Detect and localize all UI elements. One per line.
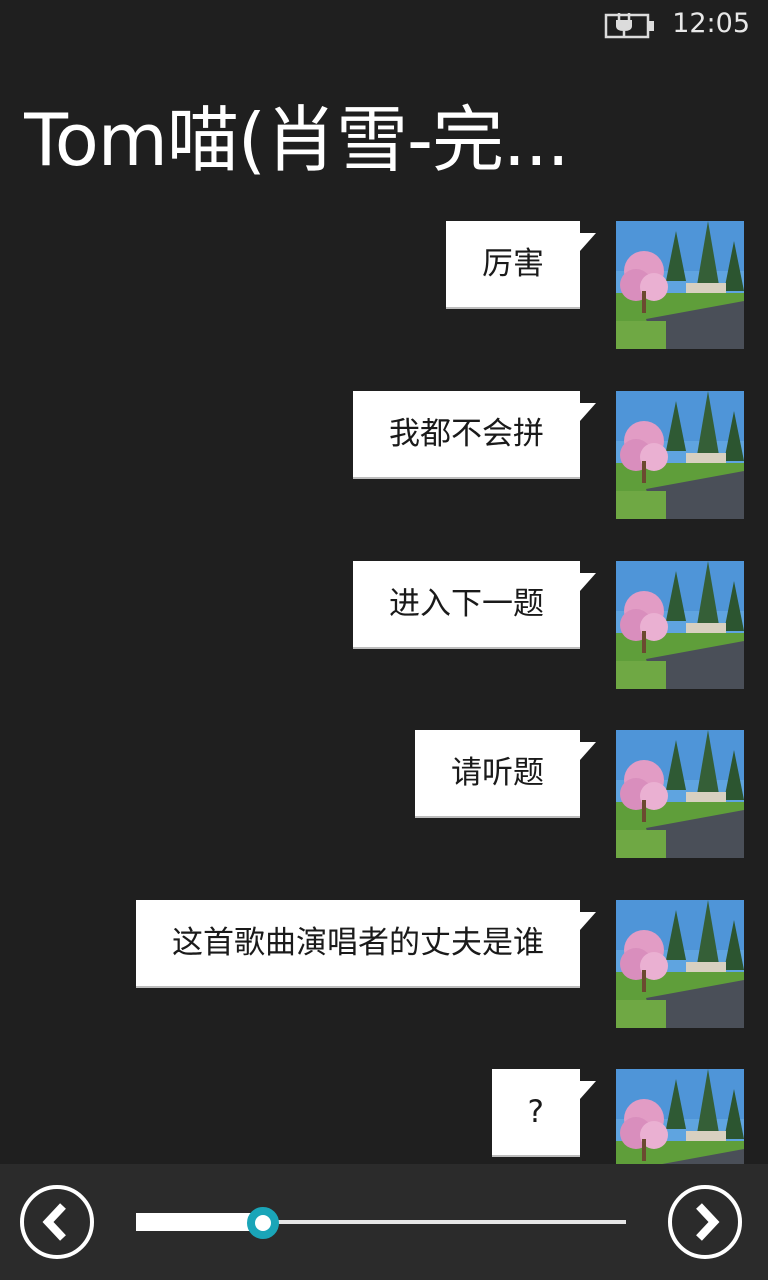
message-item: 厉害	[24, 221, 744, 349]
message-bubble[interactable]: 我都不会拼	[353, 391, 580, 477]
message-bubble[interactable]: 进入下一题	[353, 561, 580, 647]
chat-screen: 12:05 Tom喵(肖雪-完... 厉害 我都不会拼 进入下一题 请听题 这首…	[0, 0, 768, 1280]
message-item: 我都不会拼	[24, 391, 744, 519]
landscape-photo-avatar	[616, 561, 744, 689]
avatar[interactable]	[616, 1069, 744, 1165]
landscape-photo-avatar	[616, 900, 744, 1028]
message-bubble[interactable]: 厉害	[446, 221, 580, 307]
avatar[interactable]	[616, 391, 744, 519]
app-bar	[0, 1164, 768, 1280]
landscape-photo-avatar	[616, 221, 744, 349]
bubble-tail	[580, 742, 596, 760]
message-bubble[interactable]: ?	[491, 1069, 580, 1155]
bubble-tail	[580, 912, 596, 930]
message-item: ?	[24, 1069, 744, 1165]
avatar[interactable]	[616, 221, 744, 349]
message-bubble[interactable]: 请听题	[415, 730, 580, 816]
avatar[interactable]	[616, 561, 744, 689]
progress-slider-fill	[136, 1213, 264, 1231]
landscape-photo-avatar	[616, 730, 744, 858]
message-bubble[interactable]: 这首歌曲演唱者的丈夫是谁	[136, 900, 580, 986]
progress-slider-thumb[interactable]	[247, 1207, 280, 1239]
message-item: 请听题	[24, 730, 744, 858]
avatar[interactable]	[616, 900, 744, 1028]
bubble-tail	[580, 403, 596, 421]
bubble-tail	[580, 573, 596, 591]
bubble-tail	[580, 1081, 596, 1099]
message-item: 进入下一题	[24, 561, 744, 689]
bubble-tail	[580, 233, 596, 251]
avatar[interactable]	[616, 730, 744, 858]
message-list[interactable]: 厉害 我都不会拼 进入下一题 请听题 这首歌曲演唱者的丈夫是谁 ?	[0, 0, 768, 1165]
landscape-photo-avatar	[616, 391, 744, 519]
message-item: 这首歌曲演唱者的丈夫是谁	[24, 900, 744, 1028]
next-button[interactable]	[668, 1185, 742, 1259]
chevron-right-icon	[696, 1203, 720, 1241]
chevron-left-icon	[42, 1203, 66, 1241]
landscape-photo-avatar	[616, 1069, 744, 1165]
previous-button[interactable]	[20, 1185, 94, 1259]
